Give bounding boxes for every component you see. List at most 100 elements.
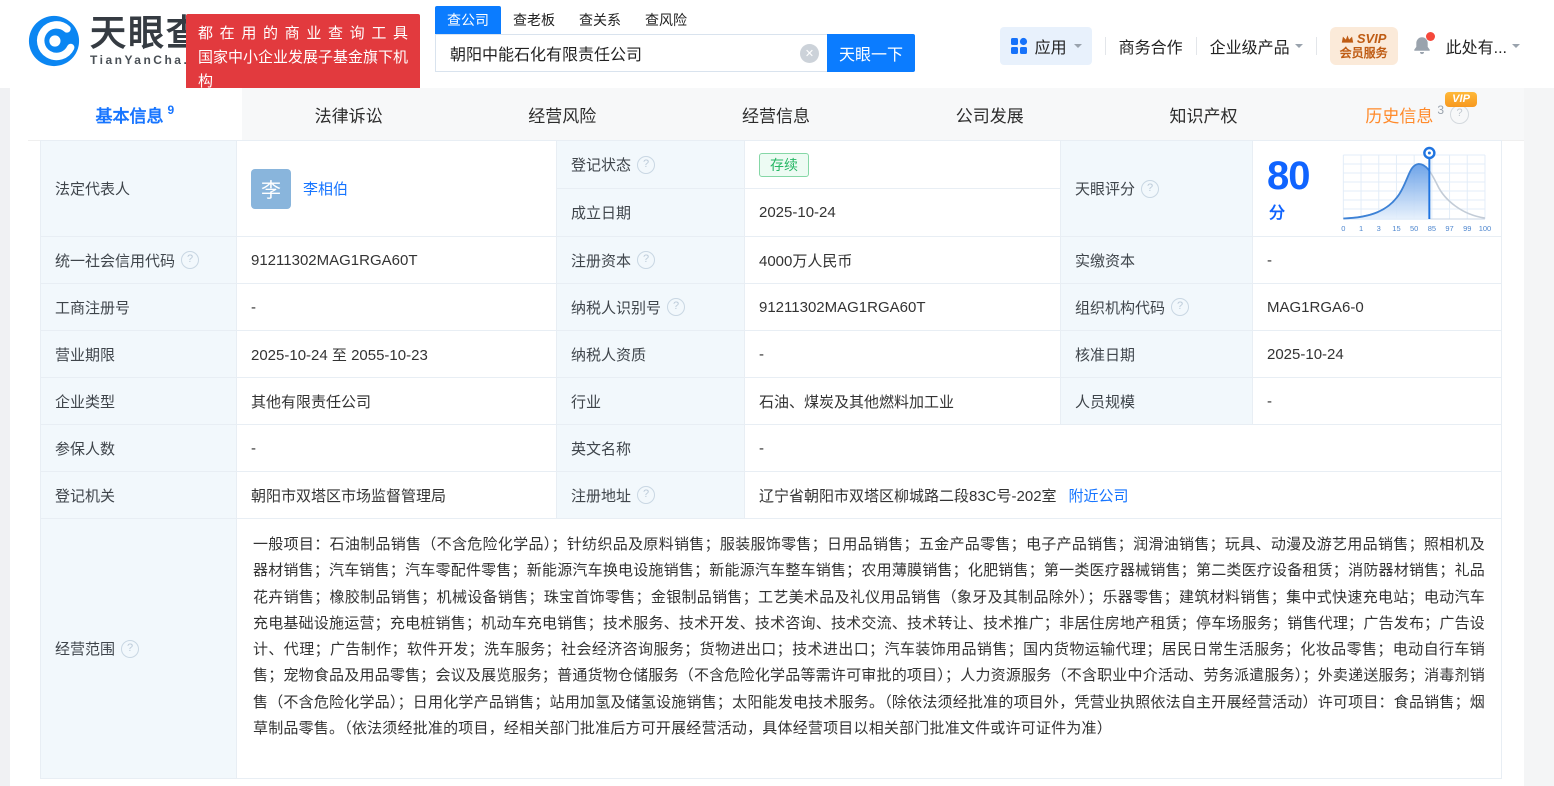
help-icon[interactable]: ? [181, 251, 200, 269]
help-icon[interactable]: ? [1450, 104, 1470, 124]
reg-number-value: - [237, 284, 557, 331]
svg-text:15: 15 [1393, 224, 1401, 233]
tianyancha-company-page: 天眼查 TianYanCha.com 都在用的商业查询工具 国家中小企业发展子基… [0, 0, 1554, 786]
industry-value: 石油、煤炭及其他燃料加工业 [745, 378, 1061, 425]
search-input[interactable] [448, 43, 800, 63]
chevron-down-icon [1294, 44, 1303, 52]
svg-text:0: 0 [1342, 224, 1346, 233]
search-input-box: ✕ [435, 34, 827, 72]
divider [1104, 37, 1106, 55]
clear-search-icon[interactable]: ✕ [800, 43, 819, 63]
apps-grid-icon [1010, 37, 1027, 54]
score-distribution-chart: 0 1 3 15 50 85 97 99 100 [1342, 146, 1492, 233]
top-header: 天眼查 TianYanCha.com 都在用的商业查询工具 国家中小企业发展子基… [0, 0, 1554, 102]
notification-bell-icon[interactable] [1411, 32, 1435, 57]
search-tabs: 查公司 查老板 查关系 查风险 [435, 6, 915, 34]
taxpayer-id-value: 91211302MAG1RGA60T [745, 284, 1061, 331]
help-icon[interactable]: ? [637, 251, 656, 269]
nav-business-cooperation[interactable]: 商务合作 [1119, 34, 1183, 58]
apps-menu-button[interactable]: 应用 [999, 27, 1092, 65]
nearby-companies-link[interactable]: 附近公司 [1069, 485, 1129, 506]
svg-text:3: 3 [1377, 224, 1381, 233]
search-tab-relation[interactable]: 查关系 [567, 6, 633, 34]
legal-rep-avatar[interactable]: 李 [251, 168, 291, 209]
business-scope-value: 一般项目：石油制品销售（不含危险化学品）；针纺织品及原料销售；服装服饰零售；日用… [237, 519, 1502, 779]
score-value-cell[interactable]: 80分 0 1 3 15 50 85 97 99 100 [1253, 141, 1502, 237]
establish-date-label-cell: 成立日期 [557, 189, 745, 237]
reg-status-label-cell: 登记状态 ? [557, 141, 745, 189]
legal-rep-label-cell: 法定代表人 [41, 141, 237, 237]
crown-icon [1341, 34, 1354, 43]
help-icon[interactable]: ? [637, 155, 656, 174]
reg-authority-value: 朝阳市双塔区市场监督管理局 [237, 472, 557, 519]
vip-tag: VIP [1445, 92, 1477, 107]
nav-enterprise-products[interactable]: 企业级产品 [1210, 34, 1303, 58]
tab-intellectual-property[interactable]: 知识产权 [1097, 88, 1311, 140]
credit-code-value: 91211302MAG1RGA60T [237, 237, 557, 284]
help-icon[interactable]: ? [1171, 298, 1190, 316]
staff-size-value: - [1253, 378, 1502, 425]
help-icon[interactable]: ? [1141, 179, 1160, 198]
user-menu[interactable]: 此处有... [1446, 34, 1520, 58]
apps-menu-label: 应用 [1034, 40, 1067, 57]
help-icon[interactable]: ? [667, 298, 686, 316]
establish-date-value-cell: 2025-10-24 [745, 189, 1061, 237]
divider [1315, 37, 1317, 55]
score-number: 80分 [1267, 154, 1310, 222]
business-term-value: 2025-10-24 至 2055-10-23 [237, 331, 557, 378]
chevron-down-icon [1073, 44, 1082, 52]
paid-capital-value: - [1253, 237, 1502, 284]
reg-capital-value: 4000万人民币 [745, 237, 1061, 284]
reg-status-value-cell: 存续 [745, 141, 1061, 189]
svg-text:99: 99 [1463, 224, 1471, 233]
svg-text:50: 50 [1410, 224, 1418, 233]
table-row: 工商注册号 - 纳税人识别号? 91211302MAG1RGA60T 组织机构代… [41, 284, 1502, 331]
help-icon[interactable]: ? [121, 639, 140, 658]
table-row: 法定代表人 李 李相伯 登记状态 ? 存续 成立日期 2025-10-24 天眼… [41, 141, 1502, 237]
score-label-cell: 天眼评分 ? [1061, 141, 1253, 237]
reg-address-value: 辽宁省朝阳市双塔区柳城路二段83C号-202室 附近公司 [745, 472, 1502, 519]
company-info-table: 法定代表人 李 李相伯 登记状态 ? 存续 成立日期 2025-10-24 天眼… [40, 140, 1502, 779]
english-name-value: - [745, 425, 1502, 472]
tab-business-info[interactable]: 经营信息 [669, 88, 883, 140]
svg-text:97: 97 [1446, 224, 1454, 233]
svg-text:1: 1 [1359, 224, 1363, 233]
insured-count-value: - [237, 425, 557, 472]
search-tab-risk[interactable]: 查风险 [633, 6, 699, 34]
help-icon[interactable]: ? [637, 486, 656, 504]
svg-text:100: 100 [1479, 224, 1492, 233]
table-row: 企业类型 其他有限责任公司 行业 石油、煤炭及其他燃料加工业 人员规模 - [41, 378, 1502, 425]
tab-count-badge: 3 [1437, 103, 1445, 117]
slogan-line2: 国家中小企业发展子基金旗下机构 [198, 49, 409, 90]
divider [1195, 37, 1197, 55]
status-badge: 存续 [759, 152, 809, 177]
username: 此处有... [1445, 40, 1507, 57]
tab-history-info[interactable]: VIP 历史信息 3 ? [1310, 88, 1524, 140]
taxpayer-quality-value: - [745, 331, 1061, 378]
tab-operational-risk[interactable]: 经营风险 [455, 88, 669, 140]
chevron-down-icon [1512, 44, 1520, 52]
legal-rep-link[interactable]: 李相伯 [303, 178, 348, 199]
table-row: 参保人数 - 英文名称 - [41, 425, 1502, 472]
table-row: 经营范围? 一般项目：石油制品销售（不含危险化学品）；针纺织品及原料销售；服装服… [41, 519, 1502, 779]
top-nav: 应用 商务合作 企业级产品 SVIP 会员服务 此处有... [999, 26, 1520, 66]
legal-rep-value-cell: 李 李相伯 [237, 141, 557, 237]
search-tab-boss[interactable]: 查老板 [501, 6, 567, 34]
right-gutter [1524, 88, 1554, 786]
left-gutter [0, 88, 10, 786]
tianyancha-logo-icon [28, 15, 80, 66]
table-row: 登记机关 朝阳市双塔区市场监督管理局 注册地址? 辽宁省朝阳市双塔区柳城路二段8… [41, 472, 1502, 519]
tab-count-badge: 9 [167, 103, 175, 117]
tab-legal-proceedings[interactable]: 法律诉讼 [242, 88, 456, 140]
org-code-value: MAG1RGA6-0 [1253, 284, 1502, 331]
tab-company-development[interactable]: 公司发展 [883, 88, 1097, 140]
search-area: 查公司 查老板 查关系 查风险 ✕ 天眼一下 [435, 6, 915, 72]
notification-dot [1425, 32, 1435, 41]
search-tab-company[interactable]: 查公司 [435, 6, 501, 34]
company-type-value: 其他有限责任公司 [237, 378, 557, 425]
svip-member-service-button[interactable]: SVIP 会员服务 [1329, 27, 1398, 65]
search-button[interactable]: 天眼一下 [827, 34, 915, 72]
approval-date-value: 2025-10-24 [1253, 331, 1502, 378]
svg-text:85: 85 [1428, 224, 1436, 233]
tab-basic-info[interactable]: 基本信息 9 [28, 88, 242, 140]
